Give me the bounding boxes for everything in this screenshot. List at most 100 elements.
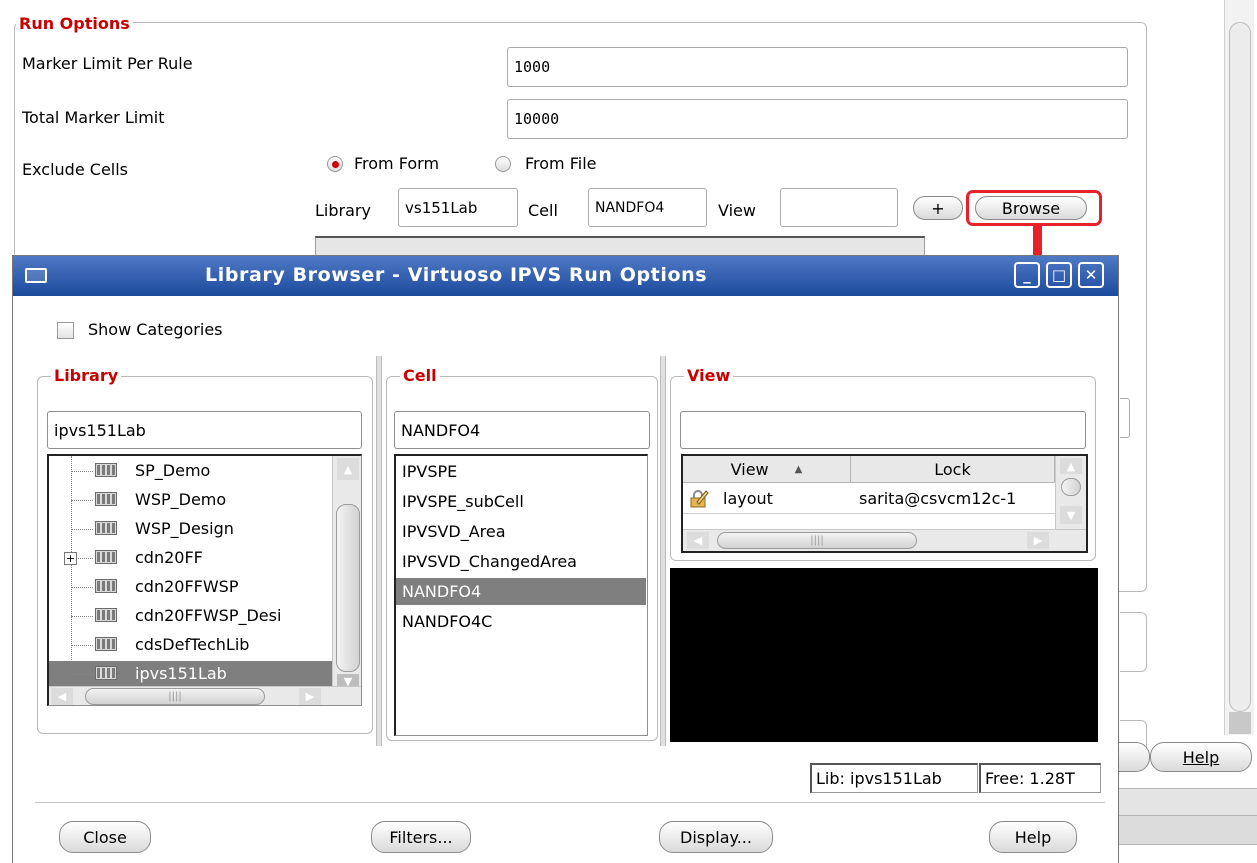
cell-name: IPVSVD_Area (402, 522, 506, 541)
cell-name: NANDFO4 (402, 582, 482, 601)
tree-branch-line (71, 674, 93, 675)
dialog-separator (35, 802, 1105, 803)
list-item[interactable]: IPVSVD_Area (396, 518, 646, 545)
exclude-view-input[interactable] (780, 188, 898, 227)
show-categories-checkbox[interactable] (57, 322, 74, 339)
from-file-radio[interactable] (495, 156, 511, 172)
view-column-header[interactable]: View ▲ (683, 456, 851, 483)
run-options-title: Run Options (16, 14, 133, 33)
library-vertical-scrollbar[interactable]: ▲ ▼ (332, 456, 361, 688)
list-item[interactable]: WSP_Design (49, 516, 332, 542)
library-browser-dialog: Library Browser - Virtuoso IPVS Run Opti… (12, 255, 1119, 863)
library-scroll-thumb[interactable] (336, 504, 360, 672)
view-table-hscroll-thumb[interactable]: |||| (717, 532, 917, 549)
status-library: Lib: ipvs151Lab (810, 763, 978, 793)
tree-branch-line (71, 587, 93, 588)
list-item[interactable]: WSP_Demo (49, 487, 332, 513)
cell-view-splitter[interactable] (660, 356, 666, 746)
background-vertical-scrollbar[interactable] (1224, 0, 1254, 735)
list-item[interactable]: cdn20FFWSP (49, 574, 332, 600)
library-scroll-up-arrow[interactable]: ▲ (337, 458, 359, 480)
lock-column-label: Lock (934, 459, 971, 479)
list-item[interactable]: IPVSVD_ChangedArea (396, 548, 646, 575)
background-scroll-thumb[interactable] (1229, 22, 1251, 712)
view-table-scroll-thumb[interactable] (1061, 478, 1081, 496)
view-table-scroll-down-arrow[interactable]: ▼ (1060, 506, 1082, 524)
filters-button[interactable]: Filters... (371, 821, 471, 853)
browse-highlight-annotation (966, 190, 1102, 226)
from-form-label: From Form (354, 154, 440, 173)
view-table-vertical-scrollbar[interactable]: ▲ ▼ (1055, 456, 1086, 529)
maximize-icon[interactable]: □ (1046, 262, 1072, 288)
display-button[interactable]: Display... (659, 821, 773, 853)
tree-branch-line (71, 645, 93, 646)
cell-name: IPVSVD_ChangedArea (402, 552, 577, 571)
cell-group-title: Cell (400, 366, 440, 385)
library-book-icon (95, 579, 117, 593)
tree-branch-line (71, 500, 93, 501)
tree-branch-line (71, 616, 93, 617)
list-item[interactable]: SP_Demo (49, 458, 332, 484)
list-item[interactable]: ipvs151Lab (49, 661, 332, 687)
library-book-icon (95, 550, 117, 564)
library-book-icon (95, 666, 117, 680)
library-horizontal-scrollbar[interactable]: ◀ |||| ▶ (49, 686, 361, 705)
close-window-icon[interactable]: ✕ (1078, 262, 1104, 288)
background-help-label: Help (1182, 747, 1220, 767)
library-scroll-right-arrow[interactable]: ▶ (299, 688, 321, 705)
library-group-title: Library (51, 366, 122, 385)
view-column-label: View (730, 459, 769, 479)
background-statusbar (1119, 788, 1257, 816)
library-name: cdsDefTechLib (135, 635, 250, 654)
library-book-icon (95, 608, 117, 622)
expand-icon[interactable]: + (64, 552, 77, 565)
view-table-scroll-left-arrow[interactable]: ◀ (687, 532, 709, 549)
close-button[interactable]: Close (59, 821, 151, 853)
view-table-scroll-right-arrow[interactable]: ▶ (1027, 532, 1049, 549)
cell-name: NANDFO4C (402, 612, 493, 631)
exclude-cell-input[interactable]: NANDFO4 (588, 188, 707, 227)
background-statusbar-2 (1119, 816, 1257, 845)
library-book-icon (95, 637, 117, 651)
cell-filter-input[interactable]: NANDFO4 (394, 411, 650, 449)
view-table-horizontal-scrollbar[interactable]: ◀ |||| ▶ (683, 529, 1086, 551)
exclude-library-label: Library (315, 201, 371, 220)
help-button[interactable]: Help (989, 821, 1077, 853)
view-table: View ▲ Lock layout sarita@csvcm12c-1 ▲ ▼… (681, 454, 1088, 553)
list-item[interactable]: cdn20FFWSP_Desi (49, 603, 332, 629)
library-book-icon (95, 521, 117, 535)
library-name: cdn20FFWSP (135, 577, 239, 596)
list-item[interactable]: NANDFO4 (396, 578, 646, 605)
library-filter-input[interactable]: ipvs151Lab (47, 411, 362, 449)
add-exclude-button[interactable]: + (913, 196, 963, 220)
exclude-library-input[interactable]: vs151Lab (398, 188, 518, 227)
list-item[interactable]: + cdn20FF (49, 545, 332, 571)
marker-limit-input[interactable]: 1000 (507, 47, 1128, 87)
show-categories-label: Show Categories (88, 320, 223, 339)
view-filter-input[interactable] (680, 411, 1086, 449)
from-form-radio[interactable] (327, 156, 343, 172)
dialog-titlebar[interactable]: Library Browser - Virtuoso IPVS Run Opti… (13, 256, 1118, 296)
minimize-icon[interactable]: _ (1014, 262, 1040, 288)
library-list: SP_Demo WSP_Demo WSP_Design + cdn20FF cdn20FF… (47, 454, 362, 706)
background-scroll-down-arrow[interactable] (1229, 712, 1251, 734)
background-help-button[interactable]: Help (1150, 742, 1252, 772)
library-book-icon (95, 463, 117, 477)
lock-column-header[interactable]: Lock (851, 456, 1055, 483)
list-item[interactable]: NANDFO4C (396, 608, 646, 635)
library-book-icon (95, 492, 117, 506)
tree-branch-line (71, 529, 93, 530)
list-item[interactable]: IPVSPE_subCell (396, 488, 646, 515)
table-row[interactable]: layout (683, 484, 851, 514)
view-table-scroll-up-arrow[interactable]: ▲ (1060, 458, 1082, 474)
status-free-space: Free: 1.28T (979, 763, 1101, 793)
library-scroll-left-arrow[interactable]: ◀ (51, 688, 73, 705)
cell-list: IPVSPE IPVSPE_subCell IPVSVD_Area IPVSVD_Ch… (394, 454, 648, 736)
window-menu-icon[interactable] (25, 268, 47, 283)
library-cell-splitter[interactable] (376, 356, 382, 746)
library-hscroll-thumb[interactable]: |||| (85, 688, 265, 705)
list-item[interactable]: cdsDefTechLib (49, 632, 332, 658)
total-marker-limit-input[interactable]: 10000 (507, 99, 1128, 139)
library-name: SP_Demo (135, 461, 211, 480)
list-item[interactable]: IPVSPE (396, 458, 646, 485)
